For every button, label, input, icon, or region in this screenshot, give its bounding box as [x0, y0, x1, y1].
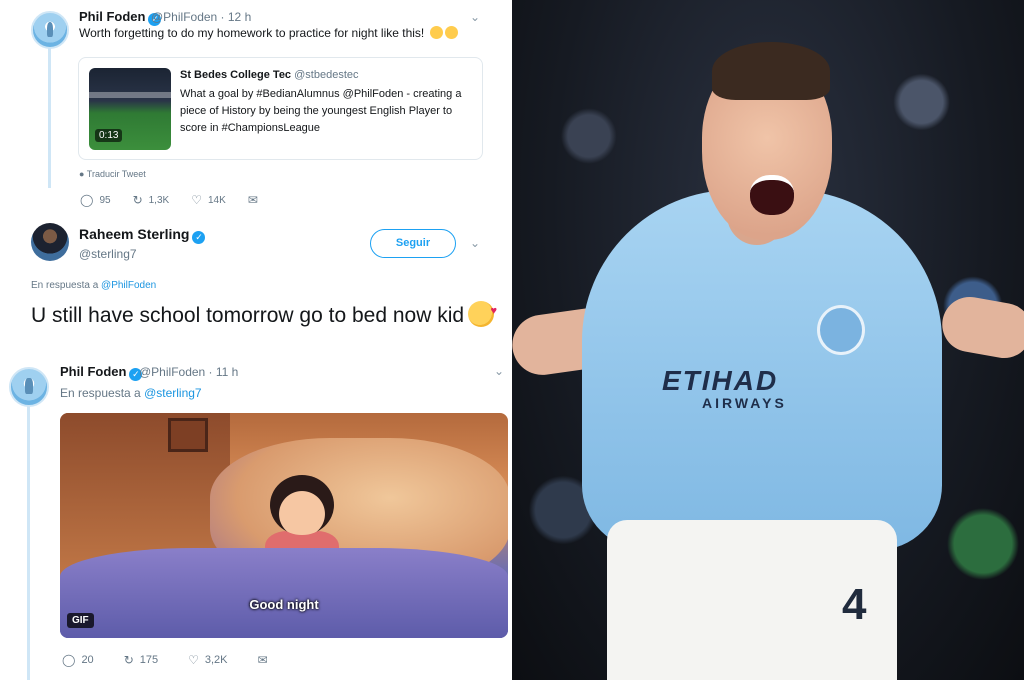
retweet-count: 175 [139, 654, 159, 666]
gif-blanket [60, 548, 508, 638]
author-name-text: Raheem Sterling [79, 226, 190, 242]
retweet-count: 1,3K [148, 194, 170, 206]
reply-button[interactable]: ◯ 20 [62, 653, 94, 667]
retweet-icon: ↻ [123, 653, 134, 667]
tweet3-handle-time[interactable]: @PhilFoden · 11 h [139, 365, 238, 379]
chevron-down-icon[interactable]: ⌄ [494, 364, 504, 378]
quoted-author-name: St Bedes College Tec [180, 69, 292, 81]
chevron-down-icon[interactable]: ⌄ [470, 236, 480, 250]
thread-line-3 [27, 405, 30, 680]
retweet-button[interactable]: ↻ 175 [124, 653, 158, 667]
avatar-phil-foden[interactable] [31, 11, 69, 49]
reply-icon: ◯ [62, 653, 76, 667]
author-name-text: Phil Foden [60, 364, 127, 379]
club-badge [817, 305, 865, 355]
envelope-icon: ✉ [257, 653, 268, 667]
author-name-text: Phil Foden [79, 9, 146, 24]
quoted-tweet-card[interactable]: 0:13 St Bedes College Tec @stbedestec Wh… [78, 57, 483, 160]
tweet1-handle-time[interactable]: @PhilFoden · 12 h [151, 10, 251, 24]
avatar-phil-foden[interactable] [9, 367, 49, 407]
winking-emoji-icon [444, 26, 458, 39]
quoted-author-handle: @stbedestec [294, 69, 359, 81]
tweet1-text: Worth forgetting to do my homework to pr… [79, 26, 458, 40]
celebration-photo: ETIHAD AIRWAYS 4 [512, 0, 1024, 680]
quoted-tweet-text: What a goal by #BedianAlumnus @PhilFoden… [180, 88, 462, 134]
quoted-author: St Bedes College Tec @stbedestec [180, 69, 359, 81]
message-button[interactable]: ✉ [258, 653, 274, 667]
tweet-thread-panel: Phil Foden ✓ @PhilFoden · 12 h ⌄ Worth fo… [0, 0, 512, 680]
gif-kid-head [270, 475, 334, 535]
reply-to-link[interactable]: @PhilFoden [101, 280, 156, 291]
gif-caption: Good night [249, 597, 319, 612]
player-hair [712, 42, 830, 100]
gif-picture-frame [168, 418, 208, 452]
envelope-icon: ✉ [247, 193, 258, 207]
shirt-sponsor: ETIHAD [662, 365, 779, 396]
player-mouth [750, 175, 794, 215]
reply-icon: ◯ [80, 193, 94, 207]
tweet2-author-name[interactable]: Raheem Sterling ✓ [79, 226, 206, 244]
tweet2-text: U still have school tomorrow go to bed n… [31, 298, 501, 329]
reply-count: 95 [99, 194, 111, 206]
tweet2-text-body: U still have school tomorrow go to bed n… [31, 304, 465, 327]
reply-prefix: En respuesta a [31, 280, 99, 291]
chevron-down-icon[interactable]: ⌄ [470, 10, 480, 24]
like-count: 3,2K [204, 654, 228, 666]
heart-icon: ♡ [188, 653, 199, 667]
like-button[interactable]: ♡ 3,2K [188, 653, 227, 667]
reply-prefix: En respuesta a [60, 386, 141, 400]
grinning-emoji-icon [429, 26, 443, 39]
tweet2-reply-context: En respuesta a @PhilFoden [31, 280, 156, 291]
tweet2-handle[interactable]: @sterling7 [79, 247, 137, 261]
reply-to-link[interactable]: @sterling7 [144, 386, 202, 400]
tweet3-author-name[interactable]: Phil Foden ✓ [60, 364, 143, 381]
retweet-icon: ↻ [132, 193, 143, 207]
gif-media[interactable]: Good night GIF [60, 413, 508, 638]
reply-button[interactable]: ◯ 95 [80, 193, 111, 207]
tweet1-text-body: Worth forgetting to do my homework to pr… [79, 26, 425, 40]
message-button[interactable]: ✉ [248, 193, 264, 207]
shorts-number: 4 [842, 580, 867, 629]
heart-icon: ♡ [191, 193, 202, 207]
follow-button[interactable]: Seguir [370, 229, 456, 258]
globe-icon: ● [79, 169, 85, 179]
like-count: 14K [207, 194, 226, 206]
tweet3-reply-context: En respuesta a @sterling7 [60, 386, 202, 400]
translate-tweet-link[interactable]: ● Traducir Tweet [79, 169, 146, 179]
quoted-video-thumbnail[interactable]: 0:13 [89, 68, 171, 150]
gif-badge: GIF [67, 613, 94, 628]
video-duration: 0:13 [95, 129, 123, 142]
like-button[interactable]: ♡ 14K [191, 193, 226, 207]
tweet1-actions: ◯ 95 ↻ 1,3K ♡ 14K ✉ [80, 193, 286, 207]
tweet3-actions: ◯ 20 ↻ 175 ♡ 3,2K ✉ [62, 653, 296, 667]
reply-count: 20 [81, 654, 94, 666]
thread-line-1 [48, 48, 51, 188]
kissing-heart-emoji-icon [468, 298, 497, 327]
tweet1-author-name[interactable]: Phil Foden ✓ [79, 9, 162, 26]
verified-icon: ✓ [192, 231, 206, 244]
avatar-raheem-sterling[interactable] [31, 223, 69, 261]
retweet-button[interactable]: ↻ 1,3K [133, 193, 170, 207]
shirt-sponsor-sub: AIRWAYS [702, 395, 787, 411]
translate-label: Traducir Tweet [86, 169, 146, 179]
